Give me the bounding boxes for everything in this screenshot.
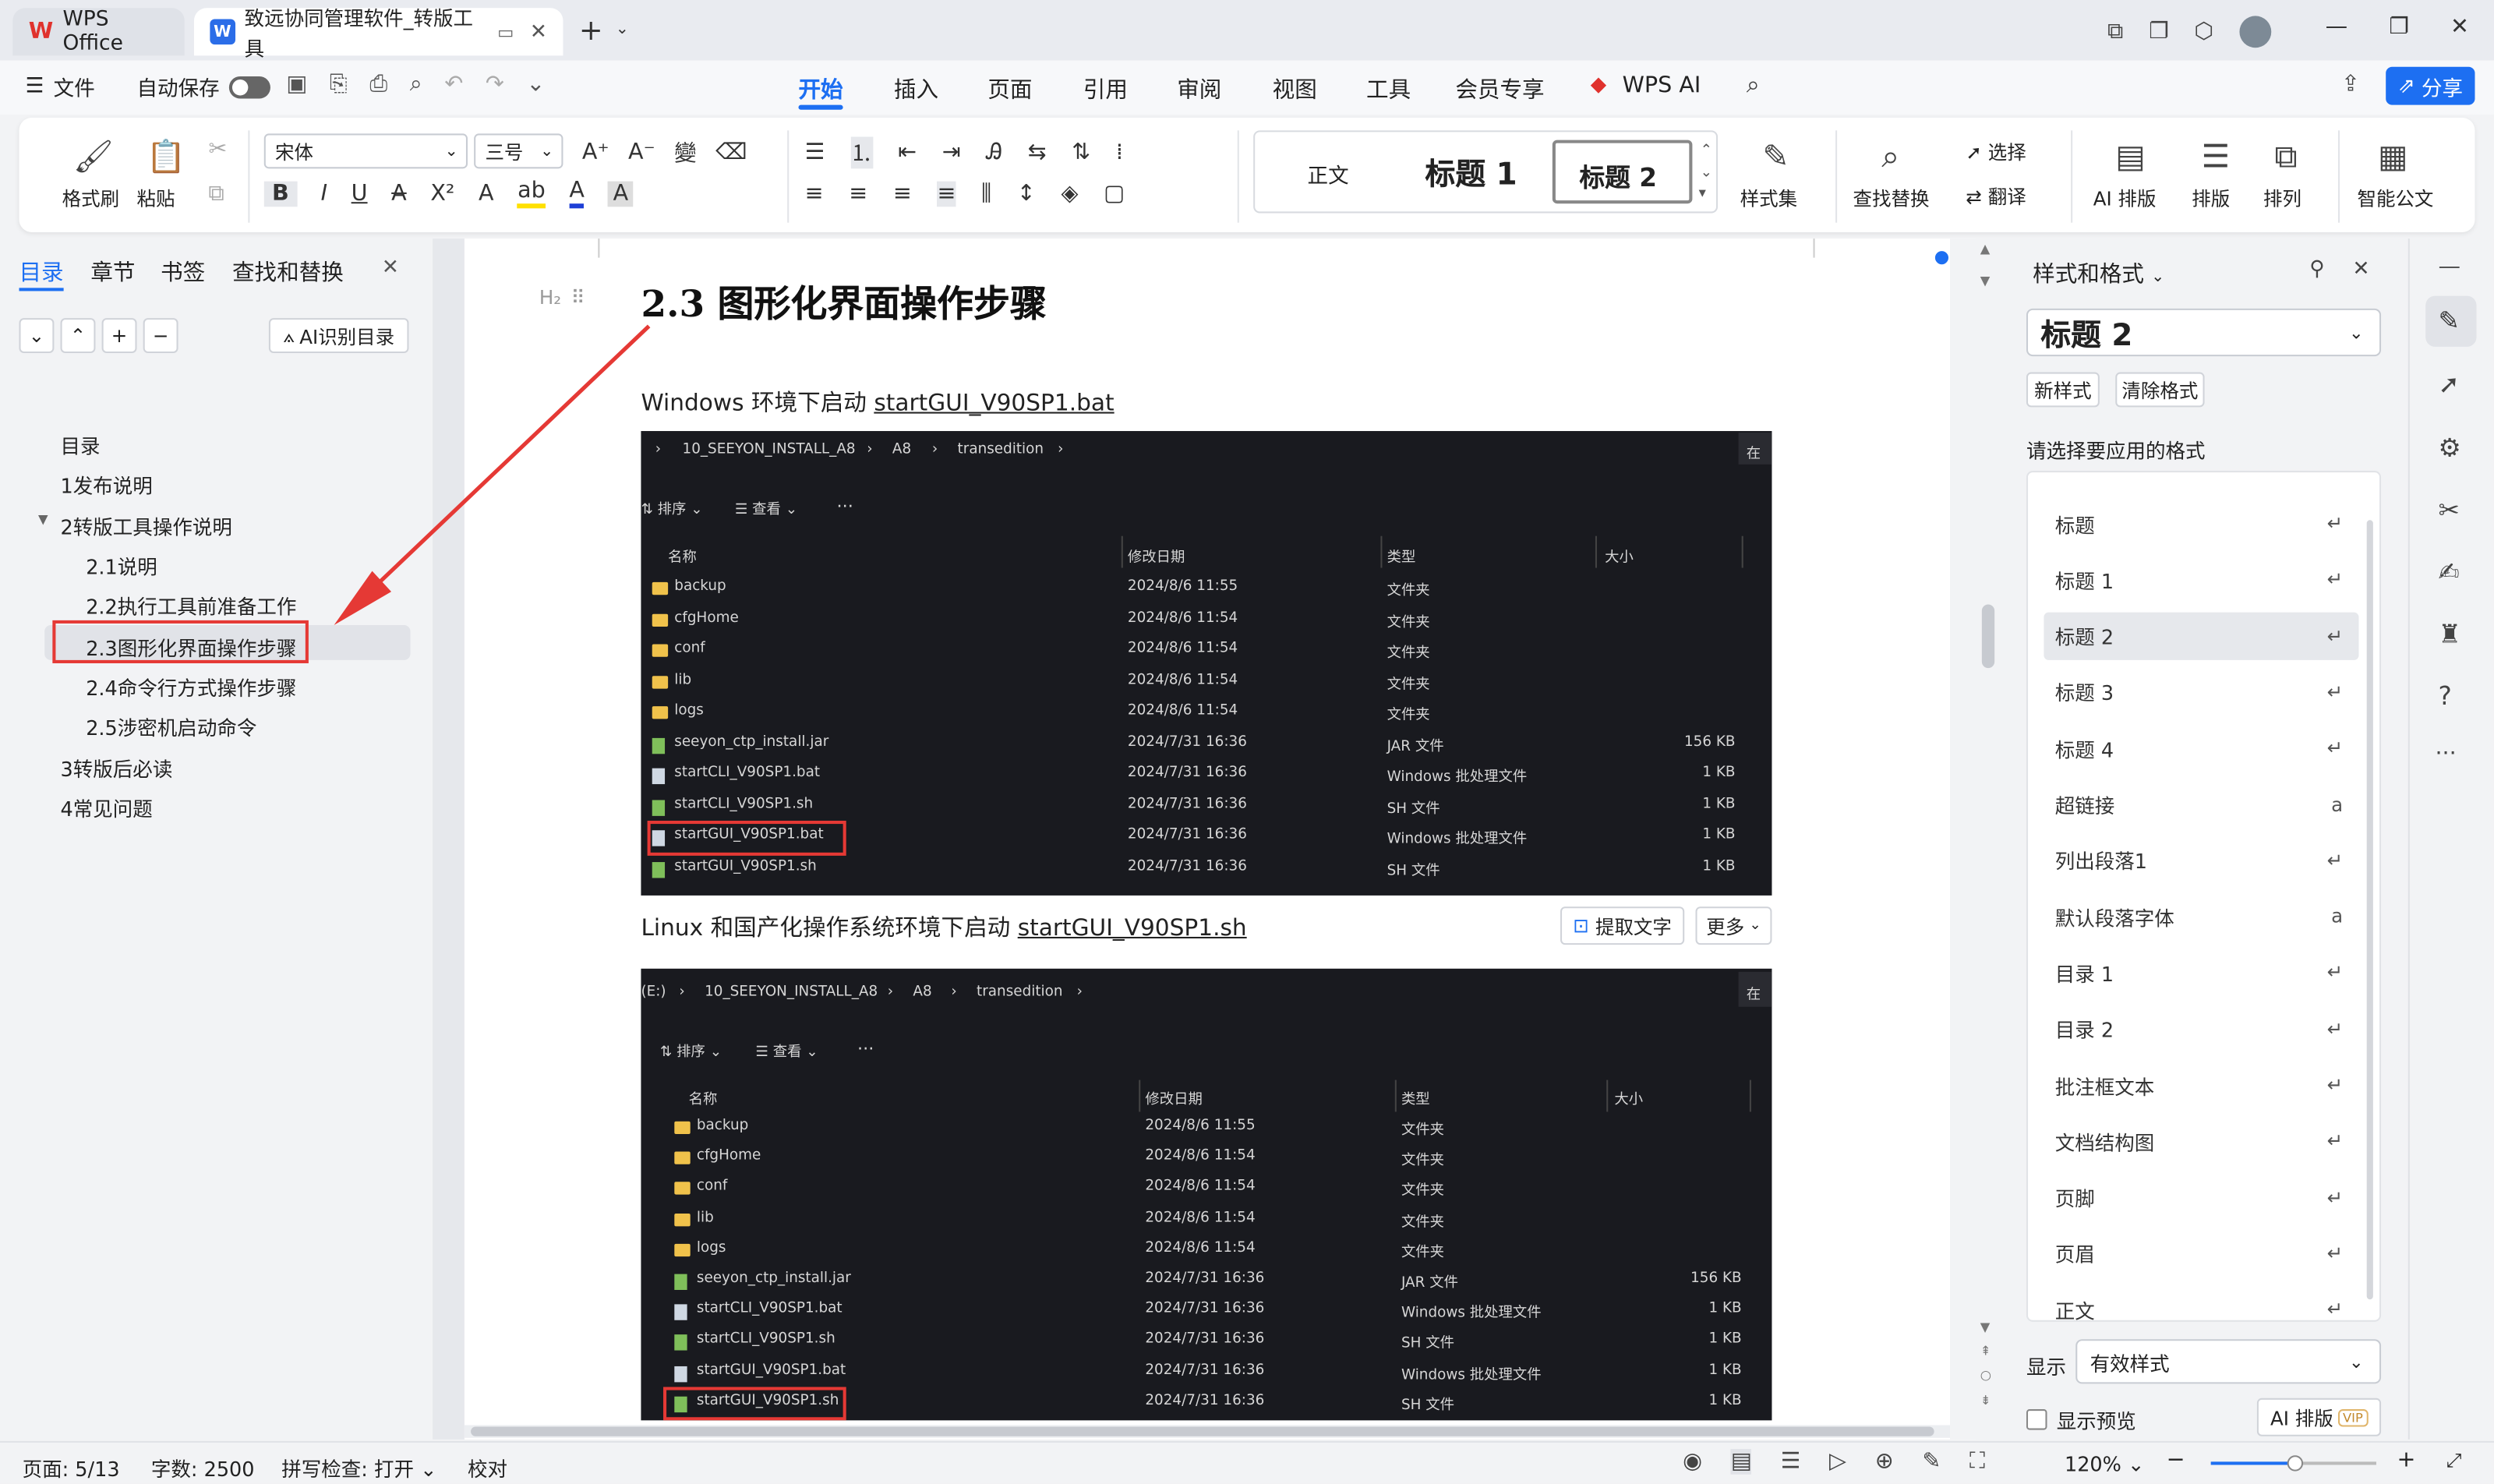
close-styles-icon[interactable]: ✕ (2352, 258, 2369, 282)
style-item-label: 文档结构图 (2054, 1130, 2155, 1155)
paragraph-style-icon: ↵ (2326, 849, 2344, 871)
char-style-icon: a (2331, 905, 2344, 928)
shirt-icon[interactable]: ♜ (2439, 619, 2461, 649)
spellcheck-status[interactable]: 拼写检查: 打开 ⌄ (281, 1452, 436, 1482)
style-item-label: 标题 2 (2054, 625, 2114, 649)
style-list-item[interactable]: 默认段落字体 a (2044, 892, 2358, 940)
style-item-label: 批注框文本 (2054, 1074, 2155, 1099)
paragraph-style-icon: ↵ (2326, 1242, 2344, 1265)
paragraph-style-icon: ↵ (2326, 1073, 2344, 1097)
show-label: 显示 (2026, 1355, 2067, 1380)
minus-icon[interactable]: — (2439, 255, 2461, 281)
clear-format-button[interactable]: 清除格式 (2115, 372, 2205, 408)
show-preview-label: 显示预览 (2056, 1409, 2136, 1433)
fit-page-icon[interactable]: ⛶ (1969, 1449, 1985, 1475)
style-item-label: 列出段落1 (2054, 850, 2147, 874)
style-list-item[interactable]: 标题 4 ↵ (2044, 724, 2358, 772)
page-indicator[interactable]: 页面: 5/13 (23, 1452, 120, 1482)
style-list-item[interactable]: 页眉 ↵ (2044, 1229, 2358, 1277)
ai-layout-side-button[interactable]: AI 排版 VIP (2256, 1397, 2382, 1436)
word-count[interactable]: 字数: 2500 (151, 1452, 255, 1482)
style-list-item[interactable]: 页脚 ↵ (2044, 1173, 2358, 1221)
pin-icon[interactable]: ⚲ (2309, 258, 2324, 282)
right-sidebar (2411, 238, 2494, 1440)
style-list-item[interactable]: 文档结构图 ↵ (2044, 1117, 2358, 1164)
new-style-button[interactable]: 新样式 (2026, 372, 2100, 408)
style-list-item[interactable]: 批注框文本 ↵ (2044, 1061, 2358, 1108)
show-preview-checkbox[interactable]: 显示预览 (2026, 1404, 2136, 1435)
paragraph-style-icon: ↵ (2326, 1185, 2344, 1209)
style-item-label: 目录 1 (2054, 962, 2114, 987)
outline-view-icon[interactable]: ☰ (1781, 1449, 1801, 1475)
style-prompt-label: 请选择要应用的格式 (2026, 439, 2206, 463)
proofread-button[interactable]: 校对 (468, 1452, 507, 1482)
styles-pane-title-text: 样式和格式 (2033, 262, 2144, 288)
zoom-in-icon[interactable]: + (2397, 1447, 2415, 1473)
style-list-item[interactable]: 列出段落1 ↵ (2044, 836, 2358, 884)
fullscreen-icon[interactable]: ⤢ (2446, 1449, 2462, 1473)
current-style-value: 标题 2 (2040, 317, 2133, 353)
styles-pane-title[interactable]: 样式和格式 ⌄ (2033, 258, 2164, 290)
settings-sliders-icon[interactable]: ⚙ (2439, 433, 2461, 463)
help-icon[interactable]: ? (2439, 680, 2452, 711)
zoom-slider-thumb[interactable] (2287, 1455, 2304, 1472)
paragraph-style-icon: ↵ (2326, 568, 2344, 591)
style-item-label: 标题 (2054, 513, 2095, 537)
tools-icon[interactable]: ✂ (2439, 495, 2460, 525)
style-item-label: 正文 (2054, 1298, 2095, 1322)
style-item-label: 标题 4 (2054, 737, 2114, 761)
style-list-item[interactable]: 标题 2 ↵ (2044, 611, 2359, 660)
spellcheck-label: 拼写检查: 打开 (281, 1457, 414, 1481)
style-item-label: 目录 2 (2054, 1018, 2114, 1043)
zoom-select[interactable]: 120% ⌄ (2065, 1452, 2144, 1476)
style-list-item[interactable]: 标题 ↵ (2044, 500, 2358, 547)
paragraph-style-icon: ↵ (2326, 624, 2344, 647)
style-list-item[interactable]: 目录 1 ↵ (2044, 949, 2358, 996)
style-pen-icon[interactable]: ✎ (2439, 306, 2460, 336)
write-mode-icon[interactable]: ✎ (1922, 1449, 1941, 1475)
style-list-item[interactable]: 超链接 a (2044, 780, 2358, 828)
style-item-label: 页眉 (2054, 1242, 2095, 1267)
checkbox-icon[interactable] (2026, 1409, 2047, 1430)
style-item-label: 标题 3 (2054, 681, 2114, 705)
play-icon[interactable]: ▷ (1829, 1449, 1846, 1475)
paragraph-style-icon: ↵ (2326, 512, 2344, 535)
style-list-item[interactable]: 标题 1 ↵ (2044, 556, 2358, 603)
show-filter-select[interactable]: 有效样式 ⌄ (2075, 1339, 2382, 1384)
paragraph-style-icon: ↵ (2326, 961, 2344, 984)
web-view-icon[interactable]: ⊕ (1875, 1449, 1894, 1475)
char-style-icon: a (2331, 793, 2344, 815)
style-list-item[interactable]: 正文 ↵ (2044, 1285, 2358, 1322)
style-item-label: 页脚 (2054, 1186, 2095, 1211)
paragraph-style-icon: ↵ (2326, 1129, 2344, 1153)
zoom-value: 120% (2064, 1452, 2121, 1476)
zoom-slider-fill (2210, 1461, 2294, 1465)
paragraph-style-icon: ↵ (2326, 680, 2344, 703)
vip-badge: VIP (2337, 1408, 2368, 1426)
style-list: 标题 ↵ 标题 1 ↵ 标题 2 ↵ 标题 3 ↵ 标题 4 ↵ 超链接 a 列出段落1 ↵ 默认段落字体 a… (2026, 471, 2382, 1322)
eye-protect-icon[interactable]: ◉ (1683, 1449, 1702, 1475)
style-list-scrollbar[interactable] (2366, 520, 2373, 1300)
zoom-out-icon[interactable]: − (2167, 1447, 2185, 1473)
paragraph-style-icon: ↵ (2326, 1298, 2344, 1321)
style-item-label: 超链接 (2054, 793, 2115, 818)
style-list-item[interactable]: 目录 2 ↵ (2044, 1005, 2358, 1052)
paragraph-style-icon: ↵ (2326, 737, 2344, 759)
paragraph-style-icon: ↵ (2326, 1017, 2344, 1040)
page-view-icon[interactable]: ▤ (1730, 1449, 1752, 1475)
style-list-item[interactable]: 标题 3 ↵ (2044, 668, 2358, 716)
ai-layout-side-label: AI 排版 (2270, 1406, 2333, 1429)
show-filter-value: 有效样式 (2090, 1351, 2170, 1376)
current-style-select[interactable]: 标题 2 ⌄ (2026, 308, 2382, 357)
style-item-label: 默认段落字体 (2054, 906, 2174, 930)
more-icon[interactable]: ··· (2435, 741, 2456, 767)
style-item-label: 标题 1 (2054, 569, 2114, 593)
select-cursor-icon[interactable]: ➚ (2439, 369, 2460, 399)
review-icon[interactable]: ✍ (2439, 556, 2460, 587)
